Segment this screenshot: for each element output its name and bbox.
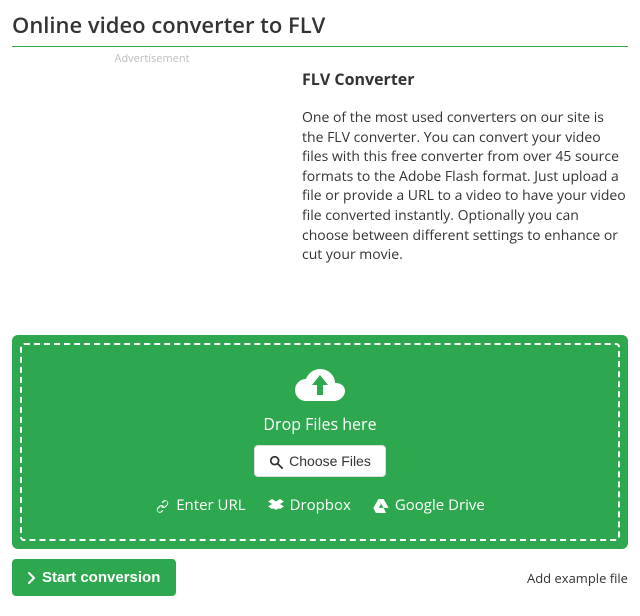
intro-body: One of the most used converters on our s… [302, 108, 628, 265]
source-gdrive-label: Google Drive [395, 495, 485, 515]
intro-section: FLV Converter One of the most used conve… [12, 68, 628, 265]
intro-heading: FLV Converter [302, 68, 628, 90]
choose-files-button[interactable]: Choose Files [254, 445, 386, 477]
source-enter-url[interactable]: Enter URL [155, 495, 245, 515]
ad-placeholder [12, 68, 292, 265]
start-conversion-button[interactable]: Start conversion [12, 559, 176, 596]
dropbox-icon [268, 495, 284, 515]
ad-label: Advertisement [12, 51, 292, 66]
page-title: Online video converter to FLV [12, 10, 628, 40]
source-url-label: Enter URL [176, 495, 245, 515]
add-example-file-link[interactable]: Add example file [527, 569, 628, 587]
source-dropbox[interactable]: Dropbox [268, 495, 351, 515]
start-conversion-label: Start conversion [42, 569, 160, 586]
google-drive-icon [373, 495, 389, 515]
source-google-drive[interactable]: Google Drive [373, 495, 485, 515]
file-dropzone[interactable]: Drop Files here Choose Files Enter URL [12, 335, 628, 549]
cloud-upload-icon [32, 365, 608, 405]
link-icon [155, 495, 170, 515]
title-divider [12, 46, 628, 47]
chevron-right-icon [28, 569, 36, 586]
dropzone-label: Drop Files here [32, 413, 608, 435]
source-dropbox-label: Dropbox [290, 495, 351, 515]
search-icon [269, 453, 283, 469]
choose-files-label: Choose Files [289, 453, 371, 469]
